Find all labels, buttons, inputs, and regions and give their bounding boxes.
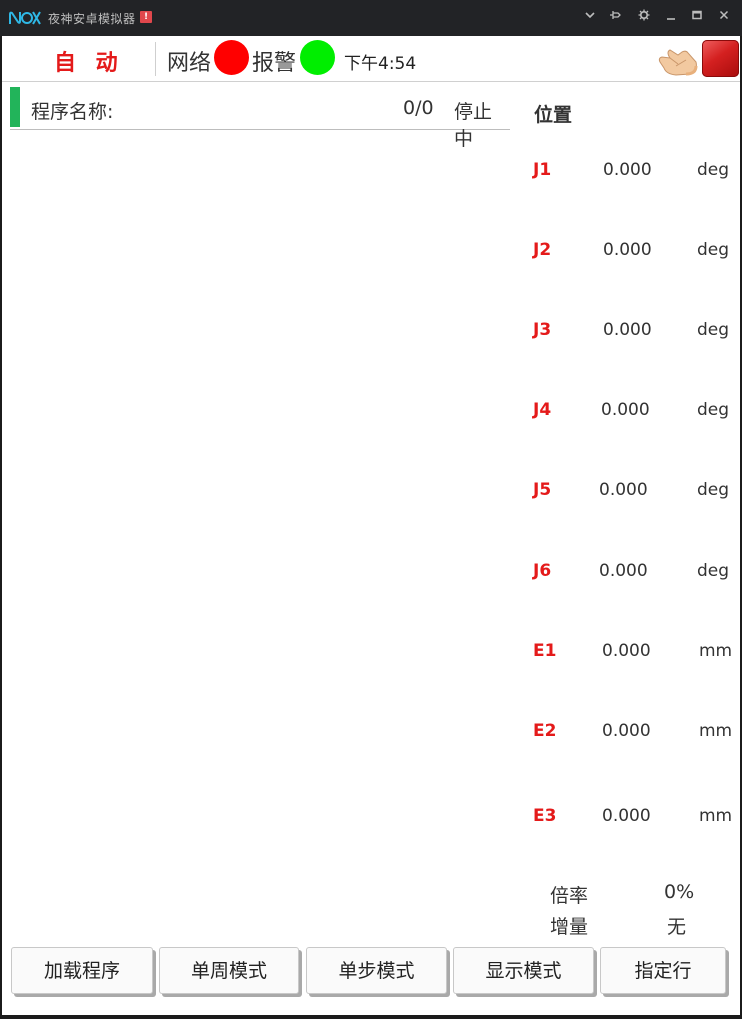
network-label: 网络	[167, 51, 212, 76]
axis-unit-j6: deg	[697, 561, 730, 581]
axis-label-j4: J4	[533, 400, 552, 420]
axis-value-j3: 0.000	[603, 320, 652, 340]
screen-bottom-edge	[2, 1015, 740, 1017]
pin-icon[interactable]	[608, 9, 624, 25]
minimize-icon[interactable]	[663, 9, 679, 25]
axis-unit-e1: mm	[699, 641, 733, 661]
position-title: 位置	[534, 104, 573, 126]
axis-value-j5: 0.000	[599, 480, 648, 500]
axis-label-e2: E2	[533, 721, 557, 741]
override-rate-label: 倍率	[550, 885, 589, 907]
app-screen: 自 动 网络 报警 下午4:54 程序名称: 0/0 停止中 位置 J1 0.0…	[2, 36, 740, 1017]
program-info-bar: 程序名称: 0/0 停止中	[10, 86, 510, 150]
increment-value: 无	[667, 916, 687, 938]
clock-time: 下午4:54	[344, 54, 417, 74]
axis-value-e1: 0.000	[602, 641, 651, 661]
axis-label-e3: E3	[533, 806, 557, 826]
axis-unit-j4: deg	[697, 400, 730, 420]
gear-icon[interactable]	[636, 9, 652, 25]
axis-value-j4: 0.000	[601, 400, 650, 420]
increment-label: 增量	[550, 916, 589, 938]
axis-unit-e2: mm	[699, 721, 733, 741]
chevron-down-icon[interactable]	[582, 9, 598, 25]
close-icon[interactable]	[716, 9, 732, 25]
axis-label-e1: E1	[533, 641, 557, 661]
axis-label-j3: J3	[533, 320, 552, 340]
run-mode-label[interactable]: 自 动	[54, 45, 124, 77]
goto-line-button[interactable]: 指定行	[600, 947, 726, 994]
axis-unit-j1: deg	[697, 160, 730, 180]
step-mode-button[interactable]: 单步模式	[306, 947, 447, 994]
axis-unit-j3: deg	[697, 320, 730, 340]
alarm-label: 报警	[252, 51, 297, 76]
emulator-title-bar: 夜神安卓模拟器 !	[0, 0, 742, 36]
axis-value-j6: 0.000	[599, 561, 648, 581]
axis-unit-e3: mm	[699, 806, 733, 826]
network-status-indicator	[214, 40, 249, 75]
load-program-button[interactable]: 加载程序	[11, 947, 153, 994]
nox-logo-icon	[9, 11, 41, 25]
program-name-label: 程序名称:	[31, 101, 114, 123]
alarm-status-indicator[interactable]	[300, 40, 335, 75]
axis-value-j1: 0.000	[603, 160, 652, 180]
emergency-stop-button[interactable]	[702, 40, 739, 77]
cycle-mode-button[interactable]: 单周模式	[159, 947, 299, 994]
display-mode-button[interactable]: 显示模式	[453, 947, 594, 994]
maximize-icon[interactable]	[689, 9, 705, 25]
axis-label-j6: J6	[533, 561, 552, 581]
axis-value-e2: 0.000	[602, 721, 651, 741]
hand-icon[interactable]	[656, 40, 700, 78]
program-line-count: 0/0	[403, 97, 434, 119]
axis-value-e3: 0.000	[602, 806, 651, 826]
axis-value-j2: 0.000	[603, 240, 652, 260]
axis-label-j2: J2	[533, 240, 552, 260]
warning-badge[interactable]: !	[140, 11, 152, 23]
axis-unit-j2: deg	[697, 240, 730, 260]
axis-label-j1: J1	[533, 160, 552, 180]
status-header: 自 动 网络 报警 下午4:54	[2, 36, 740, 82]
axis-label-j5: J5	[533, 480, 552, 500]
program-run-status: 停止中	[454, 101, 493, 150]
axis-unit-j5: deg	[697, 480, 730, 500]
app-title: 夜神安卓模拟器	[48, 12, 136, 26]
header-divider	[155, 42, 156, 76]
program-status-marker	[10, 87, 20, 127]
override-rate-value: 0%	[664, 881, 695, 903]
